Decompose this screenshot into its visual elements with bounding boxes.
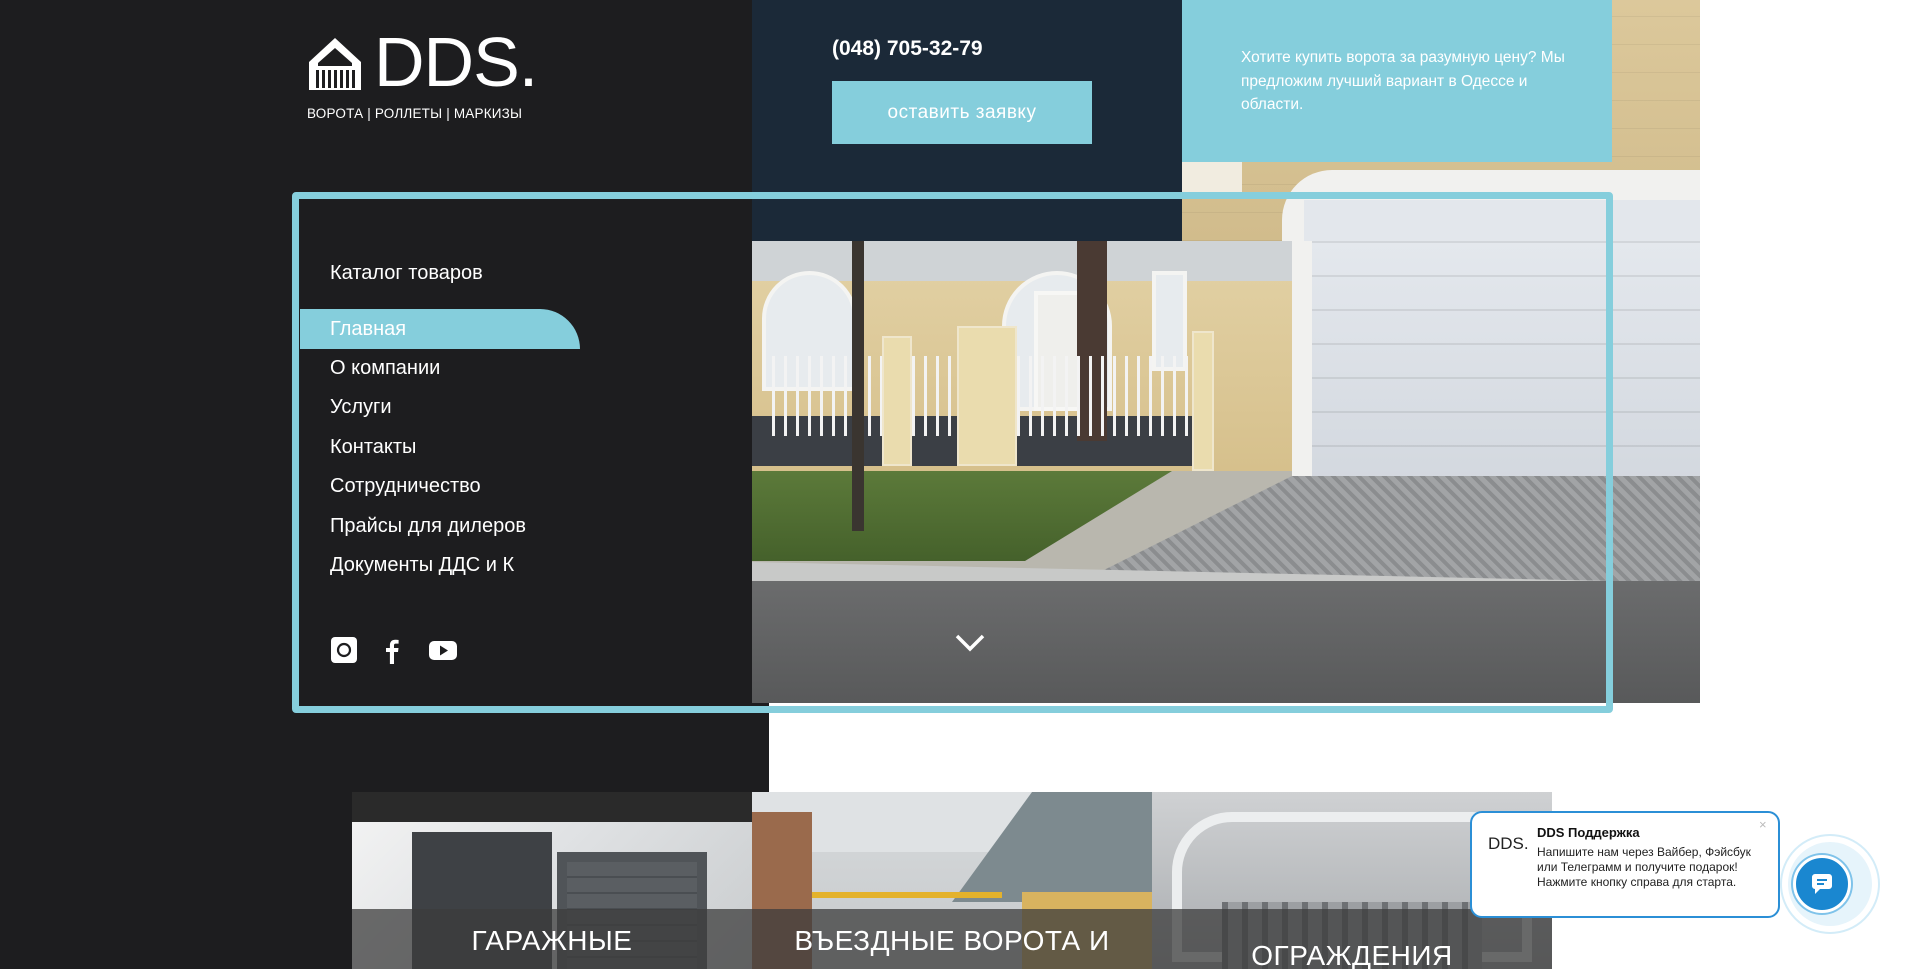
chat-icon xyxy=(1812,874,1832,894)
nav-item-documents[interactable]: Документы ДДС и К xyxy=(330,554,514,577)
instagram-icon[interactable] xyxy=(330,636,358,664)
page: Хотите купить ворота за разумную цену? М… xyxy=(0,0,1905,969)
category-tile-entrance-gates[interactable]: ВЪЕЗДНЫЕ ВОРОТА И xyxy=(752,792,1152,969)
chat-popup[interactable]: DDS. DDS Поддержка Напишите нам через Ва… xyxy=(1470,811,1780,918)
logo-tagline: ВОРОТА | РОЛЛЕТЫ | МАРКИЗЫ xyxy=(307,106,523,121)
chat-title: DDS Поддержка xyxy=(1537,825,1640,840)
logo-text[interactable]: DDS. xyxy=(374,22,538,102)
nav-item-contacts[interactable]: Контакты xyxy=(330,436,416,459)
nav-item-services[interactable]: Услуги xyxy=(330,396,392,419)
nav-item-dealer-prices[interactable]: Прайсы для дилеров xyxy=(330,515,526,538)
facebook-icon[interactable] xyxy=(378,636,406,664)
scroll-down-icon[interactable] xyxy=(952,631,988,655)
category-label-entrance-gates: ВЪЕЗДНЫЕ ВОРОТА И xyxy=(794,925,1110,956)
chat-logo: DDS. xyxy=(1488,834,1529,853)
phone-number[interactable]: (048) 705-32-79 xyxy=(832,37,983,61)
nav-item-cooperation[interactable]: Сотрудничество xyxy=(330,475,481,498)
hero-image xyxy=(752,241,1700,703)
category-label-fences: ОГРАЖДЕНИЯ xyxy=(1251,940,1453,969)
chat-message: Напишите нам через Вайбер, Фэйсбук или Т… xyxy=(1537,845,1751,889)
request-button[interactable]: оставить заявку xyxy=(832,81,1092,144)
logo-house-icon xyxy=(309,38,361,90)
nav-item-about[interactable]: О компании xyxy=(330,357,440,380)
chat-close-button[interactable]: × xyxy=(1759,817,1767,832)
chat-open-button[interactable] xyxy=(1793,855,1851,913)
promo-text: Хотите купить ворота за разумную цену? М… xyxy=(1241,49,1565,113)
youtube-icon[interactable] xyxy=(428,636,458,664)
catalog-title[interactable]: Каталог товаров xyxy=(330,262,483,285)
category-label-garage: ГАРАЖНЫЕ xyxy=(471,925,633,956)
category-tile-garage[interactable]: ГАРАЖНЫЕ xyxy=(352,792,752,969)
nav-item-home[interactable]: Главная xyxy=(330,318,406,341)
